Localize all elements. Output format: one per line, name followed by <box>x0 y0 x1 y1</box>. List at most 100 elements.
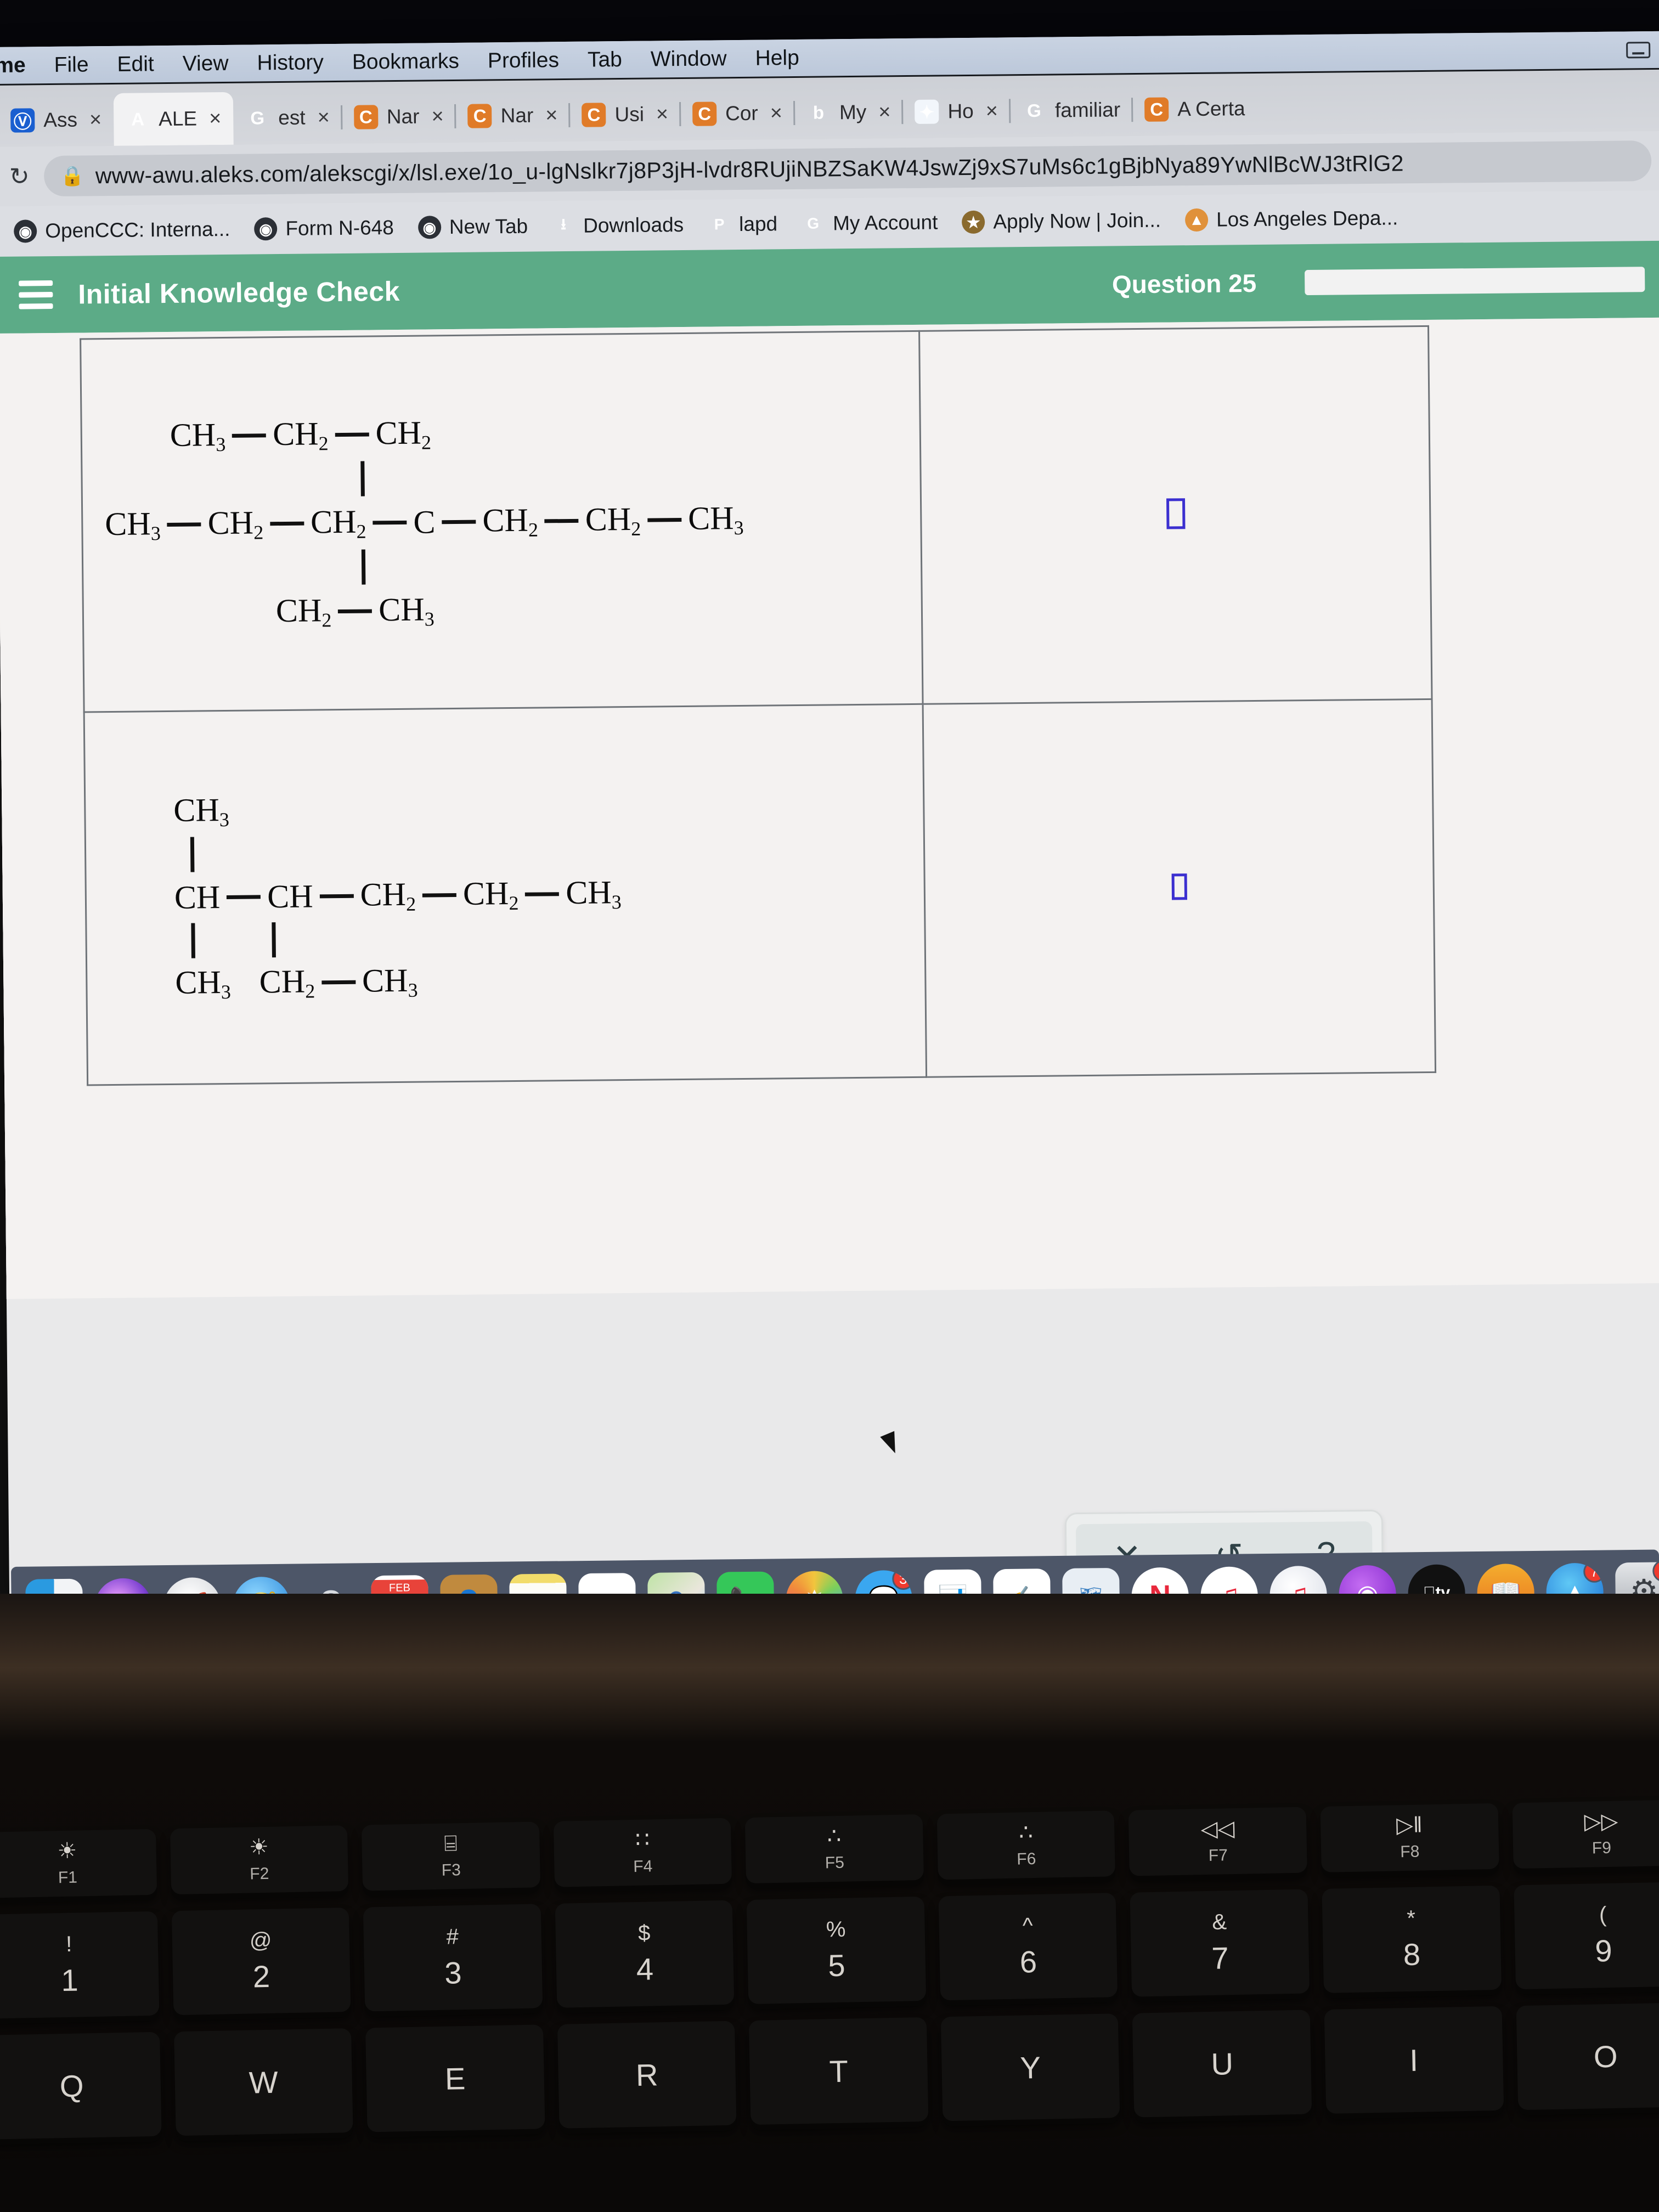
control-center-icon[interactable] <box>1626 41 1651 58</box>
key-f7[interactable]: ◁◁ F7 <box>1128 1807 1307 1876</box>
bookmark-openccc[interactable]: ◉ OpenCCC: Interna... <box>2 218 242 243</box>
menu-item-view[interactable]: View <box>168 51 243 76</box>
tab-ass[interactable]: Ⓥ Ass × <box>0 93 114 147</box>
key-5[interactable]: % 5 <box>746 1896 927 2005</box>
address-bar[interactable]: 🔒 www-awu.aleks.com/alekscgi/x/lsl.exe/1… <box>43 140 1652 197</box>
key-8[interactable]: * 8 <box>1322 1885 1502 1993</box>
books-icon[interactable]: 📖 <box>1477 1563 1535 1594</box>
key-f1[interactable]: ☀ F1 <box>0 1829 157 1898</box>
reminders-icon[interactable]: ⋮⋮ <box>578 1573 636 1594</box>
maps-icon[interactable]: ⚲ <box>647 1572 706 1594</box>
bookmark-lapd[interactable]: P lapd <box>696 212 789 236</box>
tab-close-icon[interactable]: × <box>656 103 669 126</box>
reload-icon[interactable]: ↻ <box>0 162 38 191</box>
key-e[interactable]: E <box>365 2024 545 2132</box>
photos-icon[interactable]: ✸ <box>786 1571 844 1594</box>
tab-close-icon[interactable]: × <box>209 107 222 131</box>
key-1[interactable]: ! 1 <box>0 1911 160 2019</box>
launchpad-icon[interactable]: 🚀 <box>163 1577 222 1594</box>
key-y[interactable]: Y <box>940 2013 1120 2121</box>
system-preferences-icon[interactable]: ⚙ 1 <box>1615 1562 1659 1594</box>
tab-close-icon[interactable]: × <box>986 99 998 123</box>
key-o[interactable]: O <box>1516 2002 1659 2111</box>
bookmark-apply-now[interactable]: ★ Apply Now | Join... <box>950 208 1173 234</box>
key-i[interactable]: I <box>1324 2006 1504 2114</box>
key-9[interactable]: ( 9 <box>1513 1882 1659 1990</box>
notes-icon[interactable]: ☰ <box>509 1573 567 1594</box>
key-q[interactable]: Q <box>0 2032 162 2140</box>
contacts-icon[interactable]: 👤 <box>440 1574 498 1594</box>
tab-my[interactable]: b My × <box>793 86 902 139</box>
group-ch2: CH2 <box>259 963 315 1002</box>
key-4[interactable]: $ 4 <box>555 1900 735 2008</box>
tab-nar-2[interactable]: C Nar × <box>454 89 570 143</box>
key-2[interactable]: @ 2 <box>171 1908 351 2016</box>
key-f9[interactable]: ▷▷ F9 <box>1511 1799 1659 1869</box>
key-f3[interactable]: ⌸ F3 <box>361 1821 540 1891</box>
tab-close-icon[interactable]: × <box>431 105 444 128</box>
tab-close-icon[interactable]: × <box>89 108 102 132</box>
tab-close-icon[interactable]: × <box>545 104 558 127</box>
canvas-icon: C <box>582 103 606 127</box>
tab-nar-1[interactable]: C Nar × <box>340 90 456 144</box>
key-u[interactable]: U <box>1132 2010 1312 2118</box>
itunes-icon[interactable]: ♫ <box>1269 1565 1328 1594</box>
key-f5[interactable]: ∴ F5 <box>744 1814 924 1884</box>
answer-input-1[interactable] <box>1166 498 1186 529</box>
menu-item-tab[interactable]: Tab <box>573 47 636 72</box>
podcasts-icon[interactable]: ◉ <box>1339 1565 1397 1594</box>
key-7[interactable]: & 7 <box>1130 1889 1310 1997</box>
key-r[interactable]: R <box>557 2021 737 2129</box>
messages-icon[interactable]: 💬 3 <box>855 1570 913 1594</box>
numbers-icon[interactable]: 📊 <box>924 1569 982 1594</box>
pages-icon[interactable]: ✍ <box>993 1568 1051 1594</box>
bookmark-downloads[interactable]: ⭳ Downloads <box>540 213 696 238</box>
menu-item-profiles[interactable]: Profiles <box>473 48 573 73</box>
bookmark-los-angeles-dept[interactable]: ▲ Los Angeles Depa... <box>1173 206 1410 232</box>
tab-a-certa[interactable]: C A Certa <box>1131 82 1257 136</box>
finder-icon[interactable]: ☺ <box>25 1578 83 1594</box>
key-label: F6 <box>1017 1849 1036 1869</box>
bookmark-form-n648[interactable]: ◉ Form N-648 <box>242 216 406 241</box>
tab-close-icon[interactable]: × <box>878 100 891 124</box>
menu-item-file[interactable]: File <box>40 53 103 77</box>
tab-ho[interactable]: ✦ Ho × <box>901 84 1010 138</box>
key-f8[interactable]: ▷‖ F8 <box>1320 1803 1499 1873</box>
safari-icon[interactable]: 🧭 <box>233 1576 291 1594</box>
calendar-icon[interactable]: FEB 15 <box>371 1575 429 1594</box>
url-text: www-awu.aleks.com/alekscgi/x/lsl.exe/1o_… <box>95 150 1404 188</box>
key-3[interactable]: # 3 <box>363 1904 543 2012</box>
key-t[interactable]: T <box>749 2017 929 2125</box>
help-icon[interactable]: ? <box>302 1576 359 1594</box>
key-f6[interactable]: ∴ F6 <box>936 1810 1116 1880</box>
appletv-icon[interactable]: tv <box>1408 1564 1466 1594</box>
music-icon[interactable]: ♫ <box>1200 1566 1259 1594</box>
tab-close-icon[interactable]: × <box>770 101 783 125</box>
tab-familiar[interactable]: G familiar <box>1008 83 1133 137</box>
key-label: F9 <box>1592 1838 1612 1858</box>
key-w[interactable]: W <box>173 2028 353 2136</box>
menu-item-window[interactable]: Window <box>636 46 741 71</box>
answer-input-2[interactable] <box>1171 873 1187 900</box>
hamburger-menu-icon[interactable] <box>19 280 53 309</box>
key-f4[interactable]: ∷ F4 <box>553 1818 732 1887</box>
tab-est[interactable]: G est × <box>233 91 342 145</box>
menu-item-edit[interactable]: Edit <box>103 52 168 76</box>
tab-close-icon[interactable]: × <box>317 106 330 129</box>
menu-item-help[interactable]: Help <box>741 46 814 70</box>
menu-item-history[interactable]: History <box>242 50 338 75</box>
tab-usi[interactable]: C Usi × <box>568 88 681 142</box>
bookmark-my-account[interactable]: G My Account <box>789 211 950 235</box>
news-icon[interactable]: N <box>1131 1567 1189 1594</box>
tab-aleks[interactable]: A ALE × <box>113 92 234 146</box>
tab-cor[interactable]: C Cor × <box>679 87 795 140</box>
key-6[interactable]: ^ 6 <box>938 1893 1118 2001</box>
facetime-icon[interactable]: 📞 <box>716 1571 775 1594</box>
key-f2[interactable]: ☀ F2 <box>170 1825 349 1895</box>
bookmark-new-tab[interactable]: ◉ New Tab <box>406 215 540 239</box>
menu-item-app[interactable]: me <box>0 53 40 78</box>
siri-icon[interactable]: ✦ <box>94 1578 153 1594</box>
keynote-icon[interactable]: 🗺 <box>1062 1567 1120 1594</box>
menu-item-bookmarks[interactable]: Bookmarks <box>338 49 473 74</box>
appstore-icon[interactable]: ▲ 7 <box>1546 1562 1604 1594</box>
